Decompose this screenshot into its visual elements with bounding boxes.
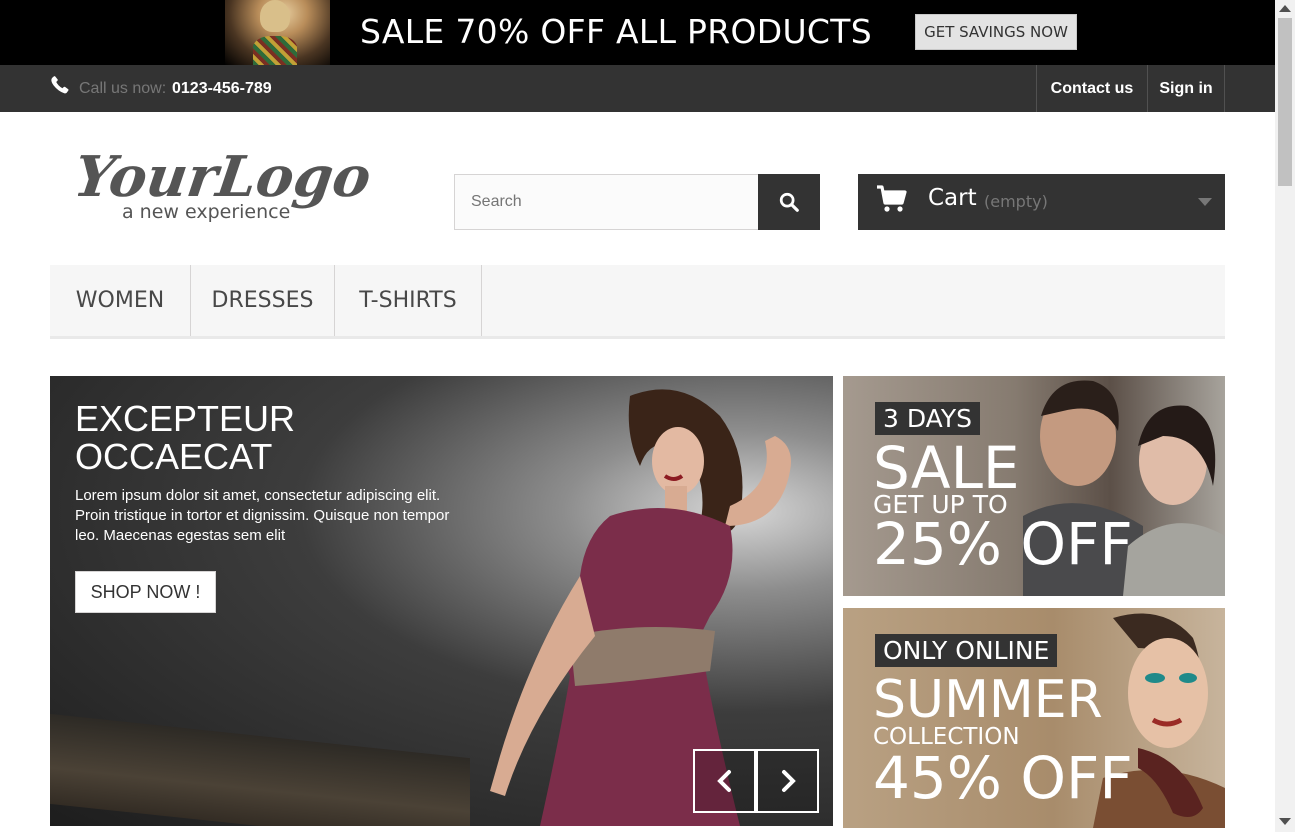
chevron-left-icon	[716, 770, 731, 792]
slider-next-button[interactable]	[756, 749, 819, 813]
logo-tagline: a new experience	[122, 201, 290, 223]
slide-description: Lorem ipsum dolor sit amet, consectetur …	[75, 487, 450, 544]
banner-tag: 3 DAYS	[875, 402, 980, 435]
menu-item-women[interactable]: WOMEN	[50, 265, 191, 336]
banner-offer: 25% OFF	[873, 510, 1133, 578]
chevron-down-icon[interactable]	[1198, 198, 1212, 206]
search-icon	[779, 192, 799, 212]
page: SALE 70% OFF ALL PRODUCTS GET SAVINGS NO…	[0, 0, 1295, 832]
cart-status: (empty)	[984, 192, 1048, 211]
cart-button[interactable]: Cart (empty)	[858, 174, 1225, 230]
menu-item-t-shirts[interactable]: T-SHIRTS	[335, 265, 482, 336]
get-savings-button[interactable]: GET SAVINGS NOW	[915, 14, 1077, 50]
scroll-down-arrow-icon[interactable]	[1279, 818, 1291, 825]
shopping-cart-icon	[877, 185, 907, 212]
homepage-slider[interactable]: EXCEPTEUR OCCAECAT Lorem ipsum dolor sit…	[50, 376, 833, 826]
site-logo[interactable]: YourLogo a new experience	[78, 138, 378, 228]
promo-banner[interactable]: SALE 70% OFF ALL PRODUCTS GET SAVINGS NO…	[0, 0, 1275, 65]
menu-item-dresses[interactable]: DRESSES	[191, 265, 335, 336]
promo-banner-summer[interactable]: ONLY ONLINE SUMMER COLLECTION 45% OFF	[843, 608, 1225, 828]
banner-tag: ONLY ONLINE	[875, 634, 1058, 667]
promo-headline: SALE 70% OFF ALL PRODUCTS	[360, 12, 872, 51]
sign-in-link[interactable]: Sign in	[1147, 65, 1225, 112]
call-us-label: Call us now:	[79, 80, 167, 97]
search-button[interactable]	[758, 174, 820, 230]
contact-us-link[interactable]: Contact us	[1036, 65, 1147, 112]
chevron-right-icon	[781, 770, 796, 792]
main-menu: WOMEN DRESSES T-SHIRTS	[50, 265, 1225, 339]
scrollbar-thumb[interactable]	[1278, 18, 1292, 186]
phone-icon	[51, 76, 69, 94]
promo-model-image	[225, 0, 330, 65]
search-input[interactable]	[454, 174, 759, 230]
banner-headline: SUMMER	[873, 670, 1103, 730]
slider-prev-button[interactable]	[693, 749, 756, 813]
cart-label: Cart	[928, 185, 977, 211]
shop-now-button[interactable]: SHOP NOW !	[75, 571, 216, 613]
banner-offer: 45% OFF	[873, 744, 1133, 812]
scroll-up-arrow-icon[interactable]	[1279, 5, 1291, 12]
promo-banner-sale[interactable]: 3 DAYS SALE GET UP TO 25% OFF	[843, 376, 1225, 596]
slide-title: EXCEPTEUR OCCAECAT	[75, 398, 296, 477]
phone-number: 0123-456-789	[172, 80, 272, 97]
